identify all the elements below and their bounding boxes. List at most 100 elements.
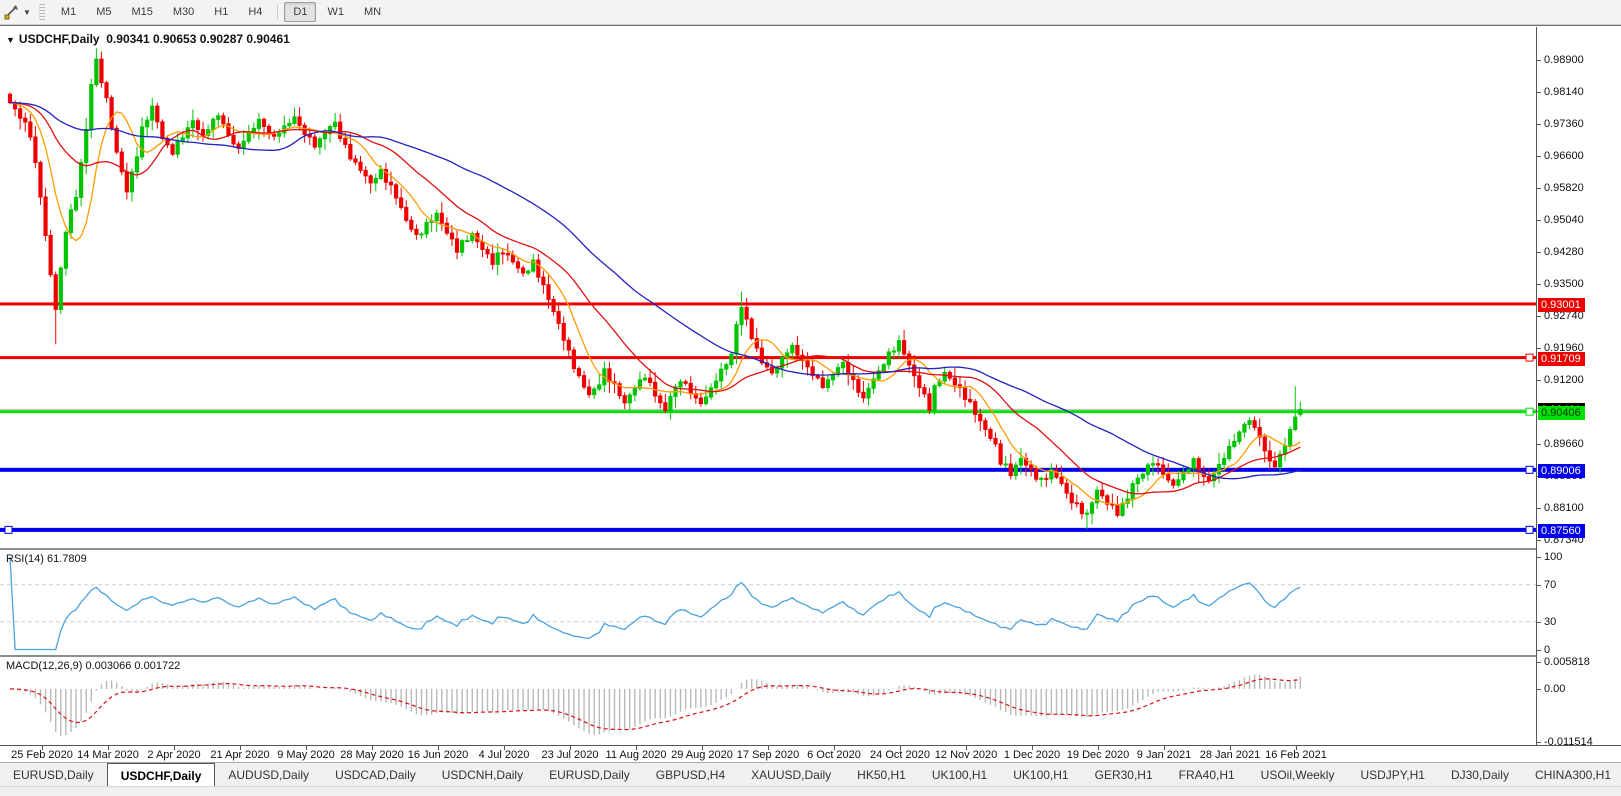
- macd-panel[interactable]: MACD(12,26,9) 0.003066 0.001722: [0, 655, 1536, 747]
- level-price-label: 0.89006: [1538, 464, 1585, 478]
- symbol-tabs-bar: EURUSD,DailyUSDCHF,DailyAUDUSD,DailyUSDC…: [0, 762, 1621, 787]
- price-chart-canvas[interactable]: ▼ USDCHF,Daily 0.90341 0.90653 0.90287 0.…: [0, 27, 1536, 546]
- tab-fra40-h1[interactable]: FRA40,H1: [1166, 763, 1248, 787]
- price-tick-dash: [1537, 316, 1541, 317]
- tab-xauusd-daily[interactable]: XAUUSD,Daily: [738, 763, 844, 787]
- price-tick-label: 0.96600: [1544, 150, 1584, 162]
- rsi-axis-label: 100: [1544, 551, 1562, 563]
- price-tick-label: 0.94280: [1544, 246, 1584, 258]
- rsi-panel[interactable]: RSI(14) 61.7809: [0, 548, 1536, 655]
- time-label: 6 Oct 2020: [807, 749, 861, 761]
- time-label: 1 Dec 2020: [1004, 749, 1060, 761]
- rsi-value: 61.7809: [47, 553, 87, 565]
- price-tick-label: 0.97360: [1544, 118, 1584, 130]
- price-tick-label: 0.93500: [1544, 278, 1584, 290]
- level-price-label: 0.90406: [1538, 406, 1585, 420]
- time-label: 14 Mar 2020: [77, 749, 139, 761]
- time-label: 17 Sep 2020: [737, 749, 799, 761]
- time-label: 29 Aug 2020: [671, 749, 733, 761]
- macd-axis-label: 0.00: [1544, 683, 1565, 695]
- tab-usoil-weekly[interactable]: USOil,Weekly: [1248, 763, 1348, 787]
- timeframe-button-w1[interactable]: W1: [318, 2, 353, 22]
- tab-gbpusd-h4[interactable]: GBPUSD,H4: [643, 763, 738, 787]
- time-label: 19 Dec 2020: [1067, 749, 1129, 761]
- rsi-axis-label: 70: [1544, 579, 1556, 591]
- tab-dj30-daily[interactable]: DJ30,Daily: [1438, 763, 1522, 787]
- tab-usdchf-daily[interactable]: USDCHF,Daily: [107, 763, 216, 787]
- timeframe-button-mn[interactable]: MN: [355, 2, 390, 22]
- time-label: 9 Jan 2021: [1137, 749, 1191, 761]
- tab-china300-h1[interactable]: CHINA300,H1: [1522, 763, 1621, 787]
- tab-audusd-daily[interactable]: AUDUSD,Daily: [215, 763, 322, 787]
- timeframe-button-m5[interactable]: M5: [87, 2, 120, 22]
- tab-uk100-h1[interactable]: UK100,H1: [1000, 763, 1081, 787]
- macd-tick-dash: [1537, 742, 1541, 743]
- price-tick-dash: [1537, 188, 1541, 189]
- chart-window: ▼ USDCHF,Daily 0.90341 0.90653 0.90287 0.…: [0, 25, 1621, 762]
- mt4-window: ▼ M1M5M15M30H1H4 D1W1MN ▼ USDCHF,Daily 0.9…: [0, 0, 1621, 796]
- price-tick-dash: [1537, 540, 1541, 541]
- rsi-axis-label: 0: [1544, 644, 1550, 656]
- price-tick-dash: [1537, 92, 1541, 93]
- tab-uk100-h1[interactable]: UK100,H1: [919, 763, 1000, 787]
- level-price-label: 0.93001: [1538, 298, 1585, 312]
- price-tick-dash: [1537, 252, 1541, 253]
- price-tick-label: 0.95820: [1544, 182, 1584, 194]
- timeframe-button-h1[interactable]: H1: [205, 2, 237, 22]
- time-label: 28 Jan 2021: [1200, 749, 1261, 761]
- time-label: 12 Nov 2020: [935, 749, 997, 761]
- chart-title: ▼ USDCHF,Daily 0.90341 0.90653 0.90287 0.…: [6, 32, 290, 46]
- tab-usdcnh-daily[interactable]: USDCNH,Daily: [429, 763, 536, 787]
- price-tick-dash: [1537, 508, 1541, 509]
- macd-tick-dash: [1537, 689, 1541, 690]
- rsi-tick-dash: [1537, 622, 1541, 623]
- rsi-tick-dash: [1537, 585, 1541, 586]
- status-strip: [0, 786, 1621, 796]
- price-tick-label: 0.91200: [1544, 374, 1584, 386]
- tab-hk50-h1[interactable]: HK50,H1: [844, 763, 919, 787]
- timeframe-button-d1[interactable]: D1: [284, 2, 316, 22]
- timeframe-button-m30[interactable]: M30: [164, 2, 203, 22]
- triangle-down-icon: ▼: [6, 35, 15, 45]
- macd-axis-label: -0.011514: [1544, 736, 1593, 748]
- time-label: 11 Aug 2020: [606, 749, 667, 761]
- tab-ger30-h1[interactable]: GER30,H1: [1082, 763, 1166, 787]
- price-tick-dash: [1537, 220, 1541, 221]
- macd-values: 0.003066 0.001722: [85, 660, 180, 672]
- price-tick-label: 0.98900: [1544, 54, 1584, 66]
- price-tick-label: 0.88100: [1544, 502, 1584, 514]
- price-tick-dash: [1537, 60, 1541, 61]
- time-label: 24 Oct 2020: [870, 749, 930, 761]
- rsi-tick-dash: [1537, 650, 1541, 651]
- price-tick-dash: [1537, 284, 1541, 285]
- time-label: 23 Jul 2020: [542, 749, 599, 761]
- macd-axis-label: 0.005818: [1544, 656, 1590, 668]
- timeframe-button-m1[interactable]: M1: [52, 2, 85, 22]
- line-studies-icon[interactable]: [2, 3, 22, 21]
- price-tick-label: 0.95040: [1544, 214, 1584, 226]
- chart-symbol: USDCHF,Daily: [19, 32, 100, 46]
- timeframe-button-h4[interactable]: H4: [239, 2, 271, 22]
- tab-usdcad-daily[interactable]: USDCAD,Daily: [322, 763, 429, 787]
- price-tick-label: 0.89660: [1544, 438, 1584, 450]
- price-tick-dash: [1537, 444, 1541, 445]
- time-label: 25 Feb 2020: [11, 749, 73, 761]
- level-price-label: 0.87560: [1538, 524, 1585, 538]
- chart-ohlc: 0.90341 0.90653 0.90287 0.90461: [106, 32, 290, 46]
- time-label: 16 Feb 2021: [1265, 749, 1327, 761]
- timeframe-buttons: M1M5M15M30H1H4 D1W1MN: [51, 2, 391, 22]
- macd-caption: MACD(12,26,9) 0.003066 0.001722: [6, 660, 180, 672]
- price-tick-dash: [1537, 348, 1541, 349]
- toolbar-grip[interactable]: [39, 4, 45, 20]
- time-label: 9 May 2020: [277, 749, 334, 761]
- price-tick-dash: [1537, 156, 1541, 157]
- price-tick-dash: [1537, 380, 1541, 381]
- price-axis[interactable]: 0.98900 0.98140 0.97360 0.96600 0.95820 0.950…: [1536, 27, 1621, 745]
- caret-down-icon[interactable]: ▼: [23, 8, 31, 17]
- tab-eurusd-daily[interactable]: EURUSD,Daily: [536, 763, 643, 787]
- tab-usdjpy-h1[interactable]: USDJPY,H1: [1347, 763, 1437, 787]
- tab-eurusd-daily[interactable]: EURUSD,Daily: [0, 763, 107, 787]
- time-label: 21 Apr 2020: [210, 749, 269, 761]
- price-tick-label: 0.98140: [1544, 86, 1584, 98]
- timeframe-button-m15[interactable]: M15: [122, 2, 161, 22]
